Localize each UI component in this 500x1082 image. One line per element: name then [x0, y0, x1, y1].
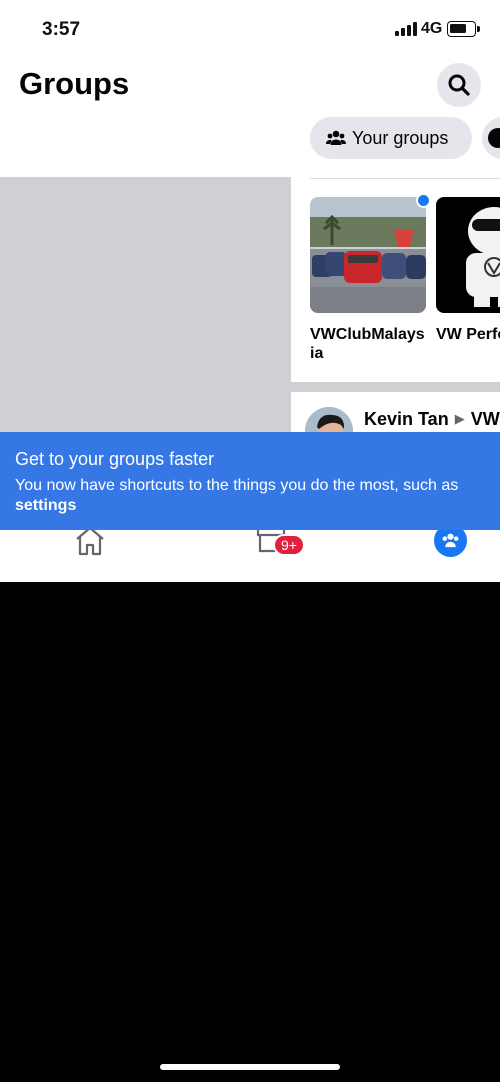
notification-badge: 9+: [273, 534, 305, 556]
signal-icon: [395, 22, 417, 36]
home-icon[interactable]: [74, 526, 106, 556]
loading-placeholder: [0, 177, 291, 435]
divider: [310, 178, 500, 179]
your-groups-chip[interactable]: Your groups: [310, 117, 472, 159]
status-time: 3:57: [42, 19, 81, 40]
tooltip-body: You now have shortcuts to the things you…: [15, 476, 500, 516]
groups-icon: [442, 533, 459, 548]
search-button[interactable]: [437, 63, 481, 107]
more-chip[interactable]: [482, 117, 500, 159]
search-icon: [448, 74, 470, 96]
discover-icon: [488, 128, 500, 148]
post-group[interactable]: VWC: [471, 409, 500, 429]
post-header: Kevin Tan ▶ VWC: [364, 409, 500, 430]
groups-icon: [326, 130, 346, 145]
group-name: VW Performa: [436, 326, 500, 343]
page-title: Groups: [19, 66, 130, 101]
home-indicator[interactable]: [160, 1064, 340, 1070]
group-card-vwclubmalaysia[interactable]: VWClubMalaysia: [310, 197, 428, 363]
battery-icon: [447, 21, 480, 37]
arrow-right-icon: ▶: [454, 411, 465, 426]
post-author[interactable]: Kevin Tan: [364, 409, 449, 429]
group-card-vw-performa[interactable]: VW Performa: [436, 197, 500, 344]
shortcuts-tooltip[interactable]: Get to your groups faster You now have s…: [0, 432, 500, 530]
tooltip-title: Get to your groups faster: [15, 449, 215, 469]
unread-dot: [416, 193, 431, 208]
tooltip-settings: settings: [15, 497, 77, 514]
section-separator: [291, 382, 500, 392]
app-screen: 3:57 4G Groups Your groups VWClubMalaysi…: [0, 0, 500, 582]
group-cover-image: [310, 197, 426, 313]
group-cover-image: [436, 197, 500, 313]
group-name: VWClubMalaysia: [310, 326, 425, 362]
tooltip-body-text: You now have shortcuts to the things you…: [15, 477, 459, 494]
network-type: 4G: [421, 20, 443, 37]
chip-label: Your groups: [352, 128, 449, 148]
